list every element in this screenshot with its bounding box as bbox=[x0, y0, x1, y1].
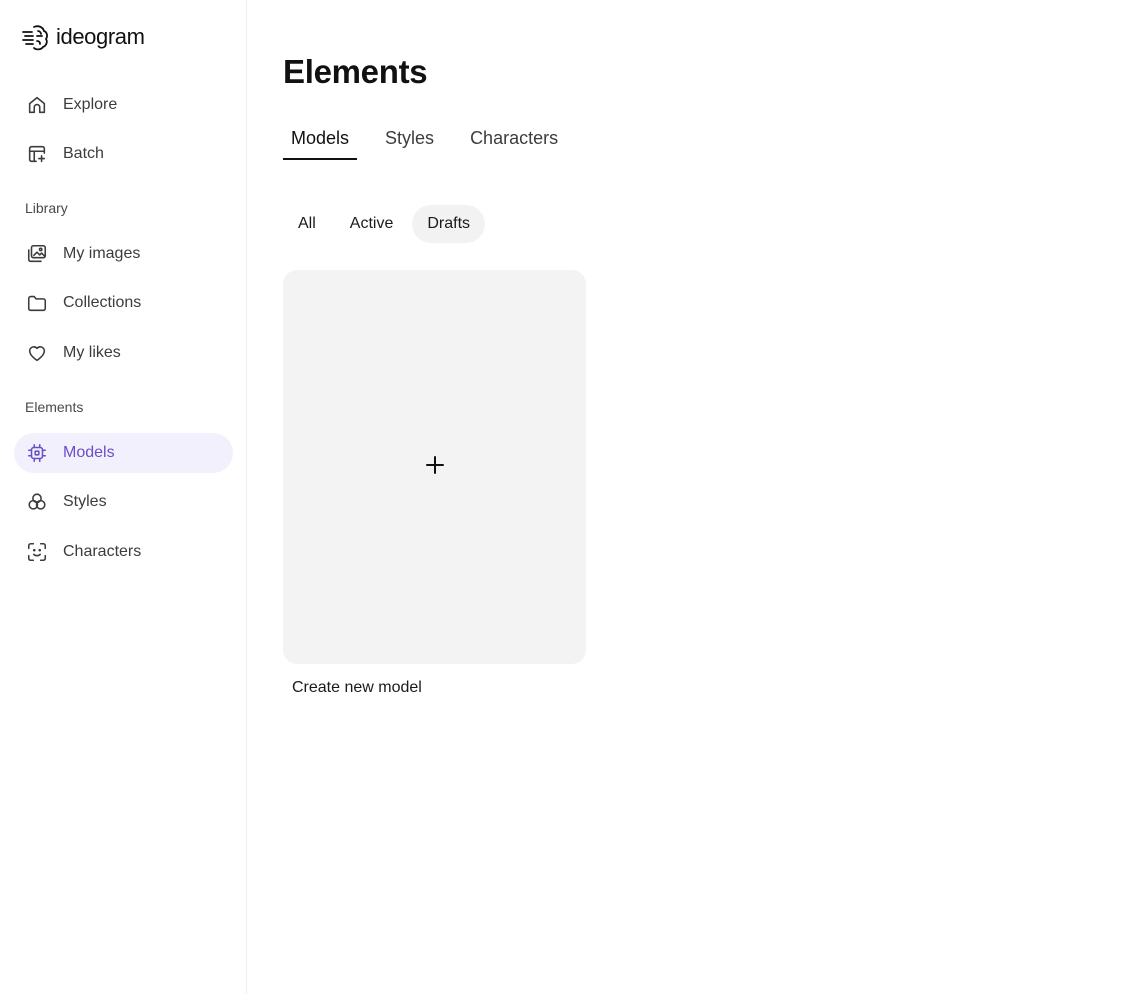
sidebar-item-my-images[interactable]: My images bbox=[14, 234, 233, 274]
tab-characters[interactable]: Characters bbox=[462, 124, 566, 160]
create-model-card[interactable] bbox=[283, 270, 586, 664]
sidebar-item-batch[interactable]: Batch bbox=[14, 134, 233, 174]
sidebar-item-label: Styles bbox=[63, 493, 107, 510]
sidebar-item-styles[interactable]: Styles bbox=[14, 482, 233, 522]
sidebar-item-label: Models bbox=[63, 444, 115, 461]
sidebar-item-label: Characters bbox=[63, 543, 142, 560]
filter-active[interactable]: Active bbox=[335, 205, 409, 243]
elements-heading: Elements bbox=[25, 399, 84, 415]
ideogram-logo-icon bbox=[22, 25, 48, 51]
sidebar-item-label: Collections bbox=[63, 294, 142, 311]
plus-icon bbox=[424, 454, 446, 481]
filter-all[interactable]: All bbox=[283, 205, 331, 243]
page-title: Elements bbox=[283, 53, 428, 90]
ideogram-logo[interactable]: ideogram bbox=[22, 23, 145, 51]
face-scan-icon bbox=[25, 540, 49, 564]
home-icon bbox=[25, 93, 49, 117]
tab-models[interactable]: Models bbox=[283, 124, 358, 160]
sidebar-item-label: My likes bbox=[63, 344, 121, 361]
library-heading: Library bbox=[25, 200, 68, 216]
element-tabs: Models Styles Characters bbox=[283, 124, 586, 160]
brand-name: ideogram bbox=[56, 24, 145, 49]
create-model-caption[interactable]: Create new model bbox=[292, 679, 422, 697]
styles-icon bbox=[25, 490, 49, 514]
sidebar-item-characters[interactable]: Characters bbox=[14, 532, 233, 572]
main-content: Elements Models Styles Characters All Ac… bbox=[248, 0, 1132, 994]
batch-icon bbox=[25, 142, 49, 166]
sidebar-item-label: Batch bbox=[63, 145, 104, 162]
tab-styles[interactable]: Styles bbox=[377, 124, 442, 160]
folder-icon bbox=[25, 291, 49, 315]
chip-icon bbox=[25, 441, 49, 465]
heart-icon bbox=[25, 341, 49, 365]
filter-drafts[interactable]: Drafts bbox=[412, 205, 486, 243]
sidebar-item-models[interactable]: Models bbox=[14, 433, 233, 473]
sidebar-item-collections[interactable]: Collections bbox=[14, 283, 233, 323]
sidebar-item-label: My images bbox=[63, 245, 141, 262]
sidebar-item-label: Explore bbox=[63, 96, 118, 113]
sidebar: ideogram Explore Batch Library My images… bbox=[0, 0, 247, 994]
sidebar-item-my-likes[interactable]: My likes bbox=[14, 333, 233, 373]
sidebar-item-explore[interactable]: Explore bbox=[14, 85, 233, 125]
images-icon bbox=[25, 242, 49, 266]
status-filters: All Active Drafts bbox=[283, 205, 486, 243]
